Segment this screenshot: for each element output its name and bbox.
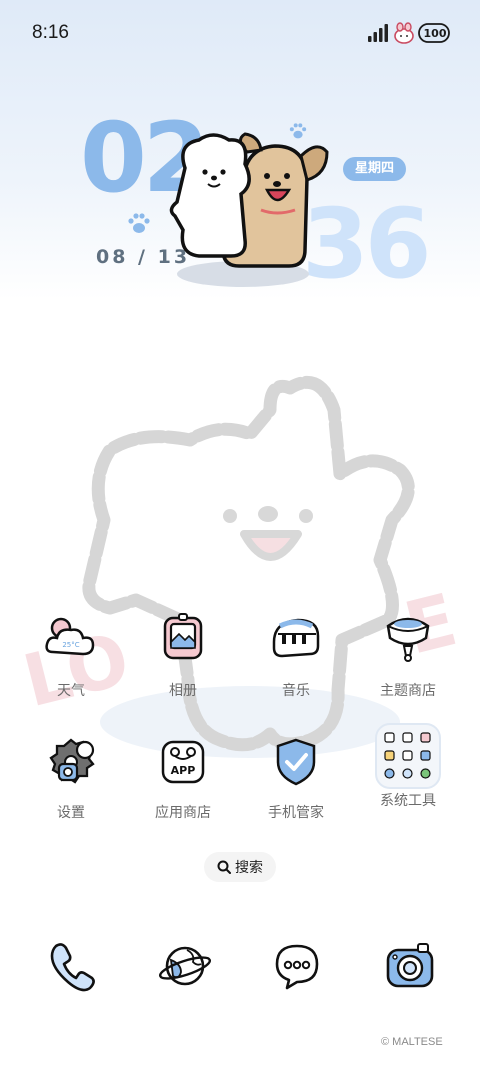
camera-icon[interactable]: [382, 938, 438, 994]
app-store-icon: APP: [161, 740, 205, 784]
app-label: 手机管家: [268, 805, 324, 821]
app-label: 设置: [57, 805, 85, 821]
phone-manager-icon: [276, 738, 316, 786]
bunny-icon: [394, 22, 414, 44]
theme-store-icon: [386, 617, 430, 662]
settings-icon: [49, 738, 95, 784]
app-phone-manager[interactable]: 手机管家: [241, 734, 351, 822]
app-label: 相册: [169, 683, 197, 699]
status-bar: 8:16 100: [0, 0, 480, 66]
app-label: 应用商店: [155, 805, 211, 821]
copyright-text: © MALTESE: [381, 1036, 443, 1048]
search-button[interactable]: 搜索: [204, 852, 276, 882]
phone-icon[interactable]: [44, 938, 100, 994]
messages-icon[interactable]: [269, 938, 325, 994]
weather-temp: 25°C: [62, 641, 79, 649]
dogs-illustration: [169, 132, 329, 287]
system-tools-folder-icon: [375, 723, 441, 789]
app-app-store[interactable]: APP 应用商店: [128, 734, 238, 822]
app-label: 音乐: [282, 683, 310, 699]
paw-print-icon: [128, 213, 150, 233]
browser-icon[interactable]: [157, 938, 213, 994]
search-label: 搜索: [235, 860, 263, 876]
music-icon: [272, 618, 320, 658]
app-gallery[interactable]: 相册: [128, 612, 238, 700]
gallery-icon: [163, 613, 203, 660]
app-label: 主题商店: [380, 683, 436, 699]
app-weather[interactable]: 25°C 天气: [16, 612, 126, 700]
app-system-tools-folder[interactable]: 系统工具: [353, 722, 463, 810]
battery-level: 100: [423, 27, 447, 40]
app-theme-store[interactable]: 主题商店: [353, 612, 463, 700]
app-store-badge: APP: [171, 764, 196, 777]
app-label: 系统工具: [380, 793, 436, 809]
app-music[interactable]: 音乐: [241, 612, 351, 700]
app-settings[interactable]: 设置: [16, 734, 126, 822]
signal-icon: [368, 24, 388, 42]
weather-icon: 25°C: [45, 617, 95, 656]
search-icon: [217, 860, 231, 874]
weekday-badge: 星期四: [343, 157, 406, 181]
status-time: 8:16: [32, 22, 69, 43]
clock-widget[interactable]: 02 36 08 / 13 星期四: [70, 110, 432, 300]
app-label: 天气: [57, 683, 85, 699]
